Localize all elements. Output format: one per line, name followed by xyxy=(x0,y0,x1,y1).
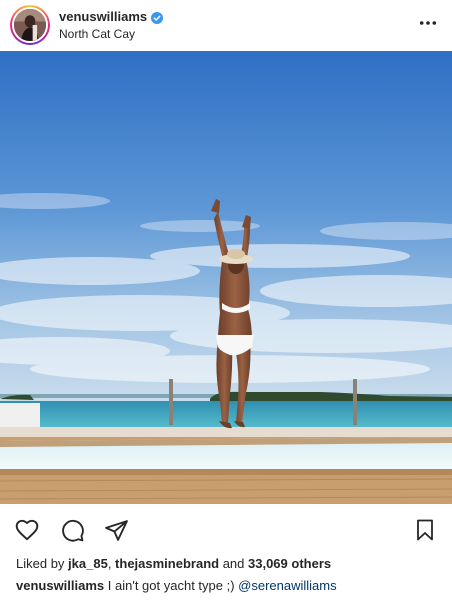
liker-link-2[interactable]: thejasminebrand xyxy=(115,556,219,571)
caption-username[interactable]: venuswilliams xyxy=(16,578,104,593)
caption-mention[interactable]: @serenawilliams xyxy=(238,578,336,593)
heart-icon[interactable] xyxy=(13,516,41,544)
avatar[interactable] xyxy=(10,5,50,45)
profile-avatar-icon xyxy=(14,9,46,41)
likes-others-link[interactable]: 33,069 others xyxy=(248,556,331,571)
liker-link-1[interactable]: jka_85 xyxy=(68,556,108,571)
likes-summary: Liked by jka_85, thejasminebrand and 33,… xyxy=(16,556,331,571)
post-photo[interactable] xyxy=(0,51,452,504)
caption-text: I ain't got yacht type ;) xyxy=(104,578,239,593)
likes-prefix: Liked by xyxy=(16,556,69,571)
caption: venuswilliams I ain't got yacht type ;) … xyxy=(16,578,337,593)
photo-scene xyxy=(0,51,452,504)
location-link[interactable]: North Cat Cay xyxy=(59,27,163,41)
likes-middle: and xyxy=(219,556,248,571)
user-row: venuswilliams xyxy=(59,9,164,24)
send-icon[interactable] xyxy=(102,516,130,544)
username[interactable]: venuswilliams xyxy=(59,9,147,24)
user-block: venuswilliams North Cat Cay xyxy=(59,9,164,41)
verified-badge-icon xyxy=(151,11,164,24)
more-options-icon[interactable] xyxy=(418,13,438,33)
action-bar xyxy=(0,512,452,548)
post-header: venuswilliams North Cat Cay xyxy=(0,0,452,50)
likes-separator: , xyxy=(107,556,116,571)
avatar-image xyxy=(12,7,48,43)
bookmark-icon[interactable] xyxy=(411,516,439,544)
comment-icon[interactable] xyxy=(58,516,86,544)
